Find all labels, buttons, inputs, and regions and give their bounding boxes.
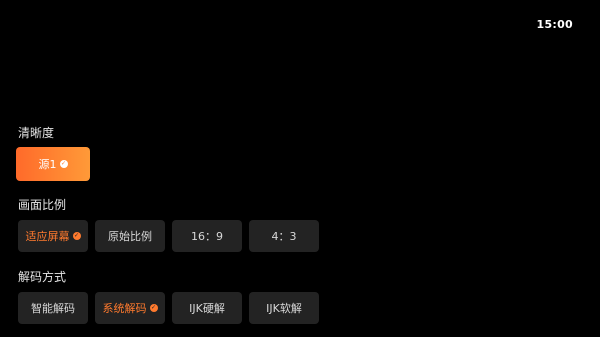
aspect-option-label: 原始比例 xyxy=(108,230,152,243)
decoder-section-title: 解码方式 xyxy=(18,270,67,284)
aspect-option-label: 16：9 xyxy=(191,230,223,243)
check-circle-icon: ✓ xyxy=(149,304,158,312)
aspect-option-original[interactable]: 原始比例 xyxy=(95,220,165,252)
decoder-option-label: 智能解码 xyxy=(31,302,75,315)
quality-option-label: 源1 xyxy=(38,158,57,171)
decoder-option-label: IJK硬解 xyxy=(189,302,225,315)
check-circle-icon: ✓ xyxy=(59,160,68,168)
decoder-option-label: IJK软解 xyxy=(266,302,302,315)
decoder-option-smart[interactable]: 智能解码 xyxy=(18,292,88,324)
aspect-option-16-9[interactable]: 16：9 xyxy=(172,220,242,252)
decoder-options: 智能解码 系统解码 ✓ IJK硬解 IJK软解 xyxy=(18,292,319,324)
quality-options: 源1 ✓ xyxy=(16,147,90,181)
decoder-option-system[interactable]: 系统解码 ✓ xyxy=(95,292,165,324)
decoder-option-ijk-software[interactable]: IJK软解 xyxy=(249,292,319,324)
quality-section-title: 清晰度 xyxy=(18,126,55,140)
quality-option-source-1[interactable]: 源1 ✓ xyxy=(16,147,90,181)
aspect-option-4-3[interactable]: 4：3 xyxy=(249,220,319,252)
aspect-section-title: 画面比例 xyxy=(18,198,67,212)
aspect-option-fit-screen[interactable]: 适应屏幕 ✓ xyxy=(18,220,88,252)
check-circle-icon: ✓ xyxy=(72,232,81,240)
decoder-option-label: 系统解码 xyxy=(102,302,147,315)
decoder-option-ijk-hardware[interactable]: IJK硬解 xyxy=(172,292,242,324)
aspect-option-label: 适应屏幕 xyxy=(25,230,70,243)
player-settings-screen: 15:00 清晰度 源1 ✓ 画面比例 适应屏幕 ✓ 原始比例 16：9 4：3… xyxy=(0,0,600,337)
clock: 15:00 xyxy=(536,18,573,31)
aspect-options: 适应屏幕 ✓ 原始比例 16：9 4：3 xyxy=(18,220,319,252)
aspect-option-label: 4：3 xyxy=(271,230,297,243)
